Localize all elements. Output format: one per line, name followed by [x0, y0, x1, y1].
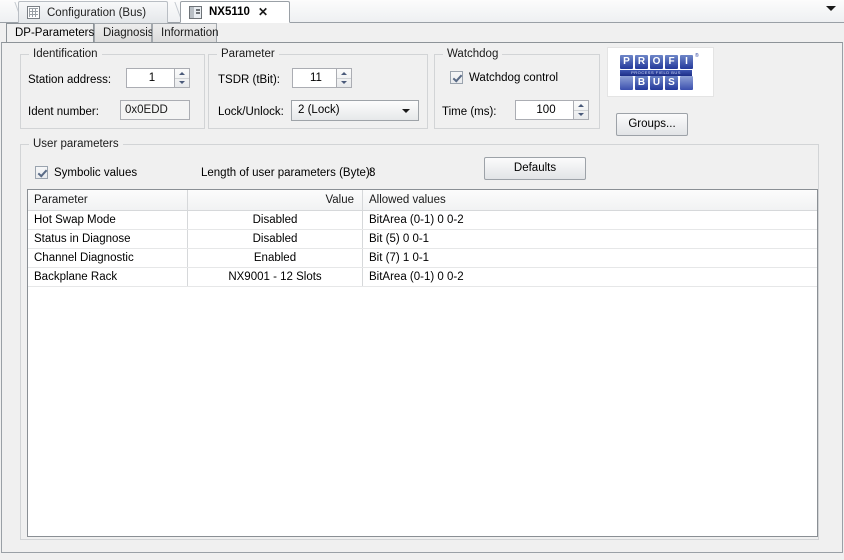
table-row[interactable]: Backplane Rack NX9001 - 12 Slots BitArea…: [28, 268, 817, 287]
symbolic-values-label: Symbolic values: [54, 166, 138, 179]
checkmark-icon: [450, 71, 463, 84]
application-window: Configuration (Bus) NX5110 ✕ DP-Paramete…: [0, 0, 844, 560]
logo-letter: P: [620, 55, 633, 69]
tsdr-input[interactable]: [292, 68, 340, 88]
cell-parameter: Status in Diagnose: [28, 230, 188, 248]
symbolic-values-checkbox[interactable]: Symbolic values: [35, 166, 137, 179]
logo-letter: [620, 76, 633, 90]
defaults-button[interactable]: Defaults: [484, 157, 586, 180]
chevron-down-icon[interactable]: [826, 6, 836, 11]
chevron-down-icon: [402, 109, 410, 113]
groups-button[interactable]: Groups...: [616, 113, 688, 136]
tab-diagnosis[interactable]: Diagnosis: [94, 23, 154, 42]
tsdr-stepper[interactable]: [336, 68, 352, 88]
watchdog-control-checkbox[interactable]: Watchdog control: [450, 71, 558, 84]
watchdog-time-label: Time (ms):: [442, 106, 497, 118]
station-address-label: Station address:: [28, 74, 112, 86]
watchdog-control-label: Watchdog control: [469, 71, 559, 84]
table-header-row: Parameter Value Allowed values: [28, 190, 817, 211]
stepper-down-icon[interactable]: [175, 78, 189, 87]
cell-value[interactable]: NX9001 - 12 Slots: [188, 268, 363, 286]
logo-letter: U: [650, 76, 663, 90]
tab-label: Diagnosis: [103, 27, 154, 39]
watchdog-time-input[interactable]: [515, 100, 577, 120]
tab-label: DP-Parameters: [15, 27, 95, 39]
tsdr-label: TSDR (tBit):: [218, 74, 280, 86]
station-address-input[interactable]: [126, 68, 178, 88]
logo-top-row: P R O F I: [620, 55, 695, 69]
watchdog-group-title: Watchdog: [443, 48, 503, 60]
profibus-logo: P R O F I PROCESS FIELD BUS B U S ®: [607, 47, 714, 97]
logo-letter: R: [635, 55, 648, 69]
cell-allowed-values: BitArea (0-1) 0 0-2: [369, 214, 464, 226]
user-parameters-table[interactable]: Parameter Value Allowed values Hot Swap …: [27, 189, 818, 537]
checkmark-icon: [35, 166, 48, 179]
cell-value[interactable]: Disabled: [188, 211, 363, 229]
groups-button-label: Groups...: [628, 118, 676, 130]
module-icon: [189, 5, 202, 19]
table-row[interactable]: Status in Diagnose Disabled Bit (5) 0 0-…: [28, 230, 817, 249]
grid-icon: [27, 6, 40, 19]
table-row[interactable]: Channel Diagnostic Enabled Bit (7) 1 0-1: [28, 249, 817, 268]
station-address-stepper[interactable]: [174, 68, 190, 88]
user-parameters-length-value: 8: [369, 167, 376, 179]
document-tab-nx5110[interactable]: NX5110 ✕: [180, 1, 290, 23]
logo-letter: S: [665, 76, 678, 90]
lock-unlock-select[interactable]: 2 (Lock): [291, 100, 419, 121]
column-header-parameter[interactable]: Parameter: [28, 190, 188, 210]
document-tab-label: Configuration (Bus): [47, 6, 147, 19]
parameter-group-title: Parameter: [217, 48, 279, 60]
user-parameters-group-title: User parameters: [29, 138, 123, 150]
lock-unlock-label: Lock/Unlock:: [218, 106, 284, 118]
tab-label: Information: [161, 27, 219, 39]
logo-letter: F: [665, 55, 678, 69]
table-row[interactable]: Hot Swap Mode Disabled BitArea (0-1) 0 0…: [28, 211, 817, 230]
cell-value[interactable]: Disabled: [188, 230, 363, 248]
watchdog-time-stepper[interactable]: [573, 100, 589, 120]
logo-letter: O: [650, 55, 663, 69]
cell-allowed-values: Bit (7) 1 0-1: [369, 252, 430, 264]
cell-value[interactable]: Enabled: [188, 249, 363, 267]
user-parameters-length-label: Length of user parameters (Byte):: [201, 167, 373, 179]
cell-parameter: Hot Swap Mode: [28, 211, 188, 229]
ident-number-label: Ident number:: [28, 106, 99, 118]
logo-letter: B: [635, 76, 648, 90]
defaults-button-label: Defaults: [513, 162, 557, 174]
cell-allowed-values: Bit (5) 0 0-1: [369, 233, 430, 245]
cell-parameter: Backplane Rack: [28, 268, 188, 286]
document-tab-label: NX5110: [209, 6, 250, 18]
logo-letter: I: [680, 55, 693, 69]
column-header-value[interactable]: Value: [188, 190, 363, 210]
page-tabs: DP-Parameters Diagnosis Information: [0, 23, 844, 43]
cell-allowed-values: BitArea (0-1) 0 0-2: [369, 271, 464, 283]
tab-information[interactable]: Information: [152, 23, 219, 42]
dp-parameters-panel: Identification Station address: Ident nu…: [1, 42, 843, 553]
ident-number-field: [120, 100, 190, 120]
lock-unlock-value: 2 (Lock): [298, 104, 340, 116]
stepper-down-icon[interactable]: [337, 78, 351, 87]
document-tab-configuration-bus[interactable]: Configuration (Bus): [18, 1, 168, 23]
cell-parameter: Channel Diagnostic: [28, 249, 188, 267]
stepper-down-icon[interactable]: [574, 110, 588, 119]
tab-dp-parameters[interactable]: DP-Parameters: [6, 23, 94, 42]
column-header-allowed-values[interactable]: Allowed values: [363, 190, 815, 210]
identification-group-title: Identification: [29, 48, 102, 60]
logo-bottom-row: B U S: [620, 76, 695, 90]
logo-letter: [680, 76, 693, 90]
registered-mark-icon: ®: [695, 53, 699, 59]
document-tabbar: Configuration (Bus) NX5110 ✕: [0, 0, 844, 23]
close-icon[interactable]: ✕: [258, 6, 268, 18]
